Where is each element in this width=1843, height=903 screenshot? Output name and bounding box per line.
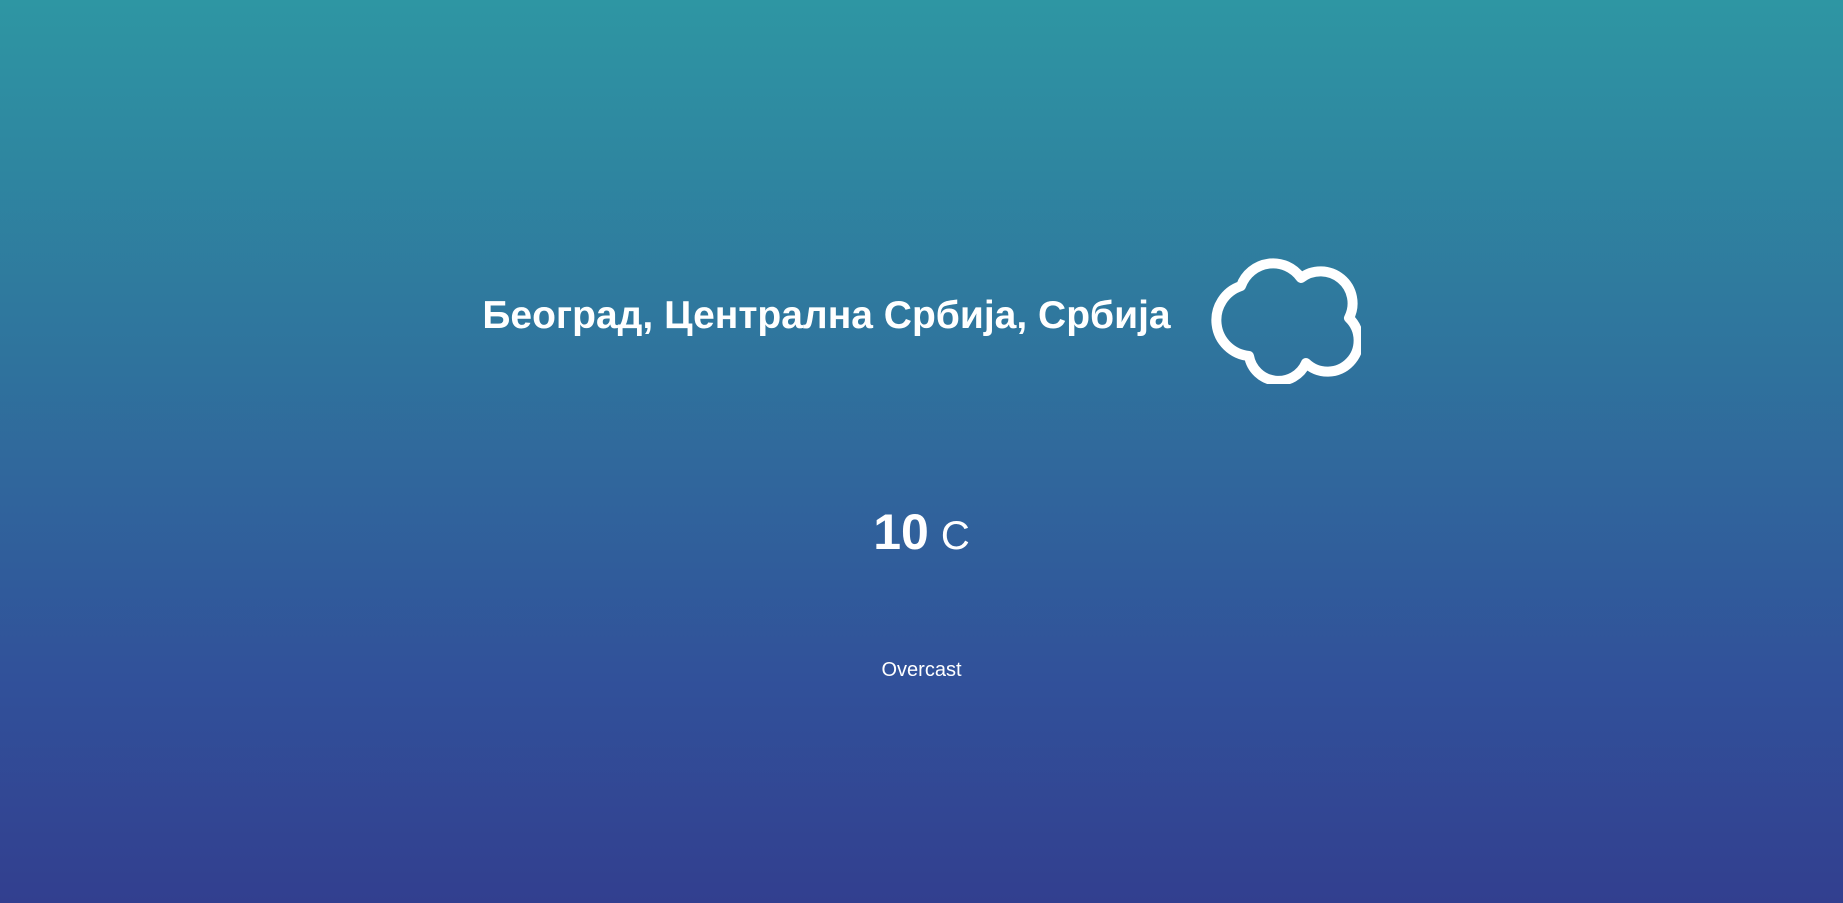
cloud-icon [1210,258,1361,384]
location-header: Београд, Централна Србија, Србија [0,248,1843,384]
location-title: Београд, Централна Србија, Србија [482,294,1171,337]
temperature-unit: C [940,514,970,558]
temperature-value: 10 [873,504,929,560]
weather-condition: Overcast [881,659,962,681]
temperature-display: 10 C [0,503,1843,561]
